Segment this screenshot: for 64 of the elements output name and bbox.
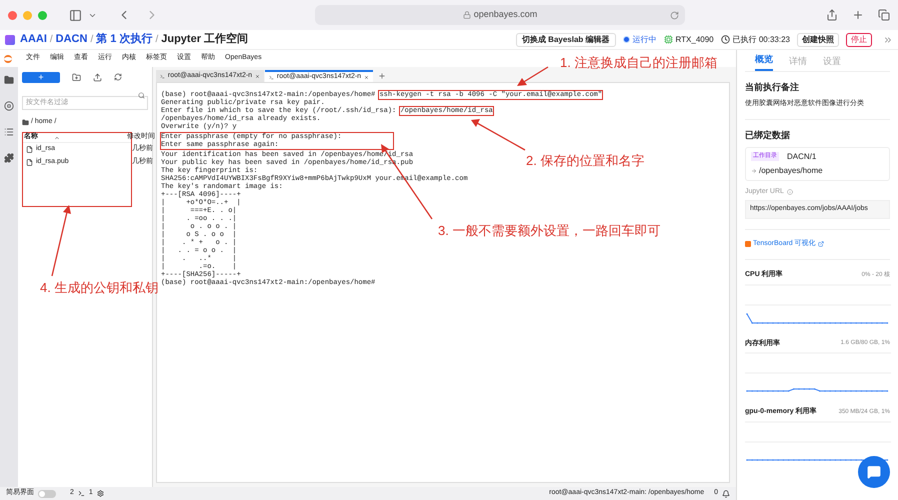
breadcrumb-separator: /	[50, 33, 53, 47]
status-text: 运行中	[632, 34, 657, 46]
close-icon[interactable]	[364, 74, 369, 80]
sort-icon	[54, 134, 60, 140]
breadcrumb-link[interactable]: AAAI	[20, 31, 47, 48]
terminal-icon	[269, 74, 274, 80]
terminal-icon	[78, 490, 85, 497]
share-icon[interactable]	[826, 9, 838, 21]
new-launcher-button[interactable]: +	[22, 72, 60, 82]
tensorboard-icon	[745, 240, 751, 247]
chat-button[interactable]	[858, 456, 890, 488]
folder-icon	[22, 118, 29, 126]
dataset-name: DACN/1	[787, 150, 816, 162]
info-icon	[786, 188, 793, 195]
breadcrumb-separator: /	[155, 33, 158, 47]
arrow	[517, 66, 548, 86]
breadcrumb-link[interactable]: 第 1 次执行	[96, 31, 152, 48]
search-icon	[138, 92, 145, 98]
lock-icon	[462, 11, 471, 19]
logo-icon	[5, 34, 15, 44]
new-tab-icon[interactable]	[852, 9, 864, 21]
annotation-text: 3. 一般不需要额外设置，一路回车即可	[438, 222, 660, 240]
reload-icon[interactable]	[670, 10, 679, 20]
arrow-icon	[751, 168, 757, 174]
upload-icon[interactable]	[93, 72, 102, 82]
refresh-icon[interactable]	[114, 73, 122, 81]
stop-circle-icon[interactable]	[4, 101, 14, 111]
switch-editor-button[interactable]: 切换成 Bayeslab 编辑器	[516, 32, 616, 46]
breadcrumb-separator: /	[90, 33, 94, 47]
section-title: 已绑定数据	[745, 129, 791, 142]
breadcrumb-link[interactable]: DACN	[56, 31, 88, 48]
bell-icon[interactable]	[722, 490, 730, 498]
close-icon[interactable]	[255, 72, 260, 80]
folder-icon[interactable]	[4, 75, 14, 85]
annotation-text: 2. 保存的位置和名字	[526, 152, 644, 170]
chat-icon	[867, 465, 881, 479]
breadcrumb-current: Jupyter 工作空间	[161, 32, 248, 48]
address-bar[interactable]: openbayes.com	[315, 5, 685, 25]
list-icon[interactable]	[4, 127, 14, 137]
tabs-icon[interactable]	[878, 9, 890, 21]
terminal-icon	[160, 72, 165, 80]
annotation-text: 4. 生成的公钥和私钥	[40, 279, 158, 297]
puzzle-icon[interactable]	[4, 153, 14, 163]
arrow	[471, 119, 526, 151]
snapshot-button[interactable]: 创建快照	[797, 32, 839, 46]
sidebar-icon[interactable]	[69, 8, 82, 22]
url-text: openbayes.com	[474, 8, 538, 22]
gpu-text: RTX_4090	[676, 34, 714, 46]
mount-path: /openbayes/home	[759, 164, 823, 176]
gpu-icon	[664, 35, 673, 44]
clock-icon	[720, 35, 730, 44]
file-icon	[26, 159, 33, 166]
stop-button[interactable]: 停止	[846, 32, 872, 46]
new-folder-icon[interactable]	[72, 72, 81, 82]
panel-tab[interactable]: 概览	[755, 52, 773, 71]
elapsed-time: 已执行 00:33:23	[732, 34, 790, 46]
settings-icon	[96, 490, 104, 497]
annotation-text: 1. 注意换成自己的注册邮箱	[560, 54, 718, 72]
simple-mode-toggle[interactable]	[38, 490, 56, 498]
new-tab-icon[interactable]	[378, 72, 386, 80]
file-icon	[26, 146, 33, 153]
collapse-icon[interactable]	[883, 34, 893, 44]
section-title: 当前执行备注	[745, 81, 800, 94]
external-link-icon[interactable]	[818, 240, 824, 247]
